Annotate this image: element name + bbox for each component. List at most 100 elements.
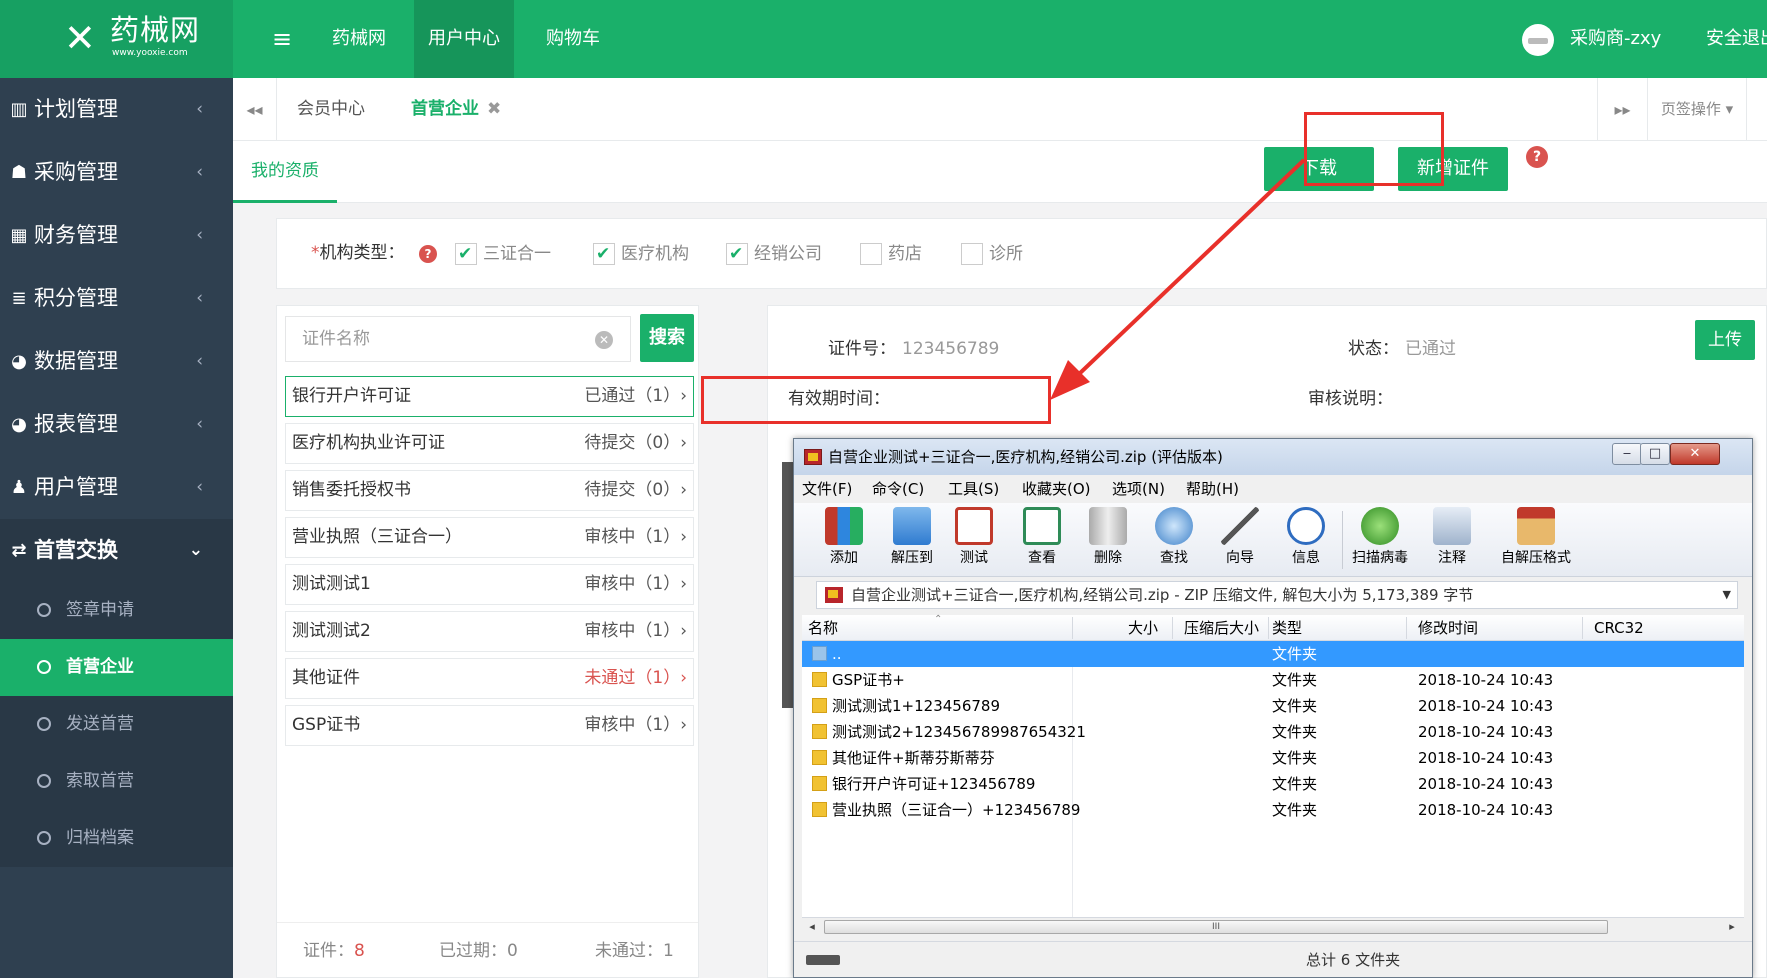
- tab-my-qualifications[interactable]: 我的资质: [233, 141, 337, 203]
- tab-first-enterprise[interactable]: 首营企业 ✖: [393, 78, 519, 141]
- logout-link[interactable]: 安全退出: [1706, 0, 1767, 78]
- row-time: 2018-10-24 10:43: [1418, 671, 1554, 689]
- archive-title-bar[interactable]: 自营企业测试+三证合一,医疗机构,经销公司.zip (评估版本) ‒ □ ✕: [794, 439, 1752, 475]
- sidebar-item-finance[interactable]: ▦ 财务管理 ‹: [0, 204, 233, 267]
- table-row[interactable]: .. 文件夹: [802, 641, 1744, 667]
- scroll-right-icon[interactable]: ▸: [1724, 920, 1740, 934]
- toolbar-comment[interactable]: 注释: [1422, 507, 1482, 567]
- clear-icon[interactable]: ✕: [595, 331, 613, 349]
- pie-chart-icon: ◕: [11, 414, 27, 435]
- upload-button[interactable]: 上传: [1695, 320, 1755, 360]
- info-icon: [1287, 507, 1325, 545]
- brand-logo[interactable]: ✕ 药械网 www.yooxie.com: [0, 0, 233, 78]
- table-row[interactable]: 测试测试1+123456789 文件夹 2018-10-24 10:43: [802, 693, 1744, 719]
- column-name[interactable]: 名称: [808, 615, 838, 641]
- close-button[interactable]: ✕: [1670, 443, 1720, 465]
- archive-window[interactable]: 自营企业测试+三证合一,医疗机构,经销公司.zip (评估版本) ‒ □ ✕ 文…: [793, 438, 1753, 978]
- toolbar-info[interactable]: 信息: [1276, 507, 1336, 567]
- search-button[interactable]: 搜索: [640, 314, 694, 362]
- nav-cart[interactable]: 购物车: [532, 0, 614, 78]
- menu-favorites[interactable]: 收藏夹(O): [1020, 475, 1093, 503]
- horizontal-scrollbar[interactable]: ◂ III ▸: [802, 917, 1744, 935]
- toolbar-virus-scan[interactable]: 扫描病毒: [1350, 507, 1410, 567]
- dropdown-arrow-icon[interactable]: ▼: [1723, 582, 1731, 608]
- sidebar-item-purchase[interactable]: ☗ 采购管理 ‹: [0, 141, 233, 204]
- menu-options[interactable]: 选项(N): [1110, 475, 1167, 503]
- checkbox-distributor[interactable]: 经销公司: [726, 243, 822, 265]
- checkbox-label: 经销公司: [754, 244, 822, 264]
- sidebar-item-data[interactable]: ◕ 数据管理 ‹: [0, 330, 233, 393]
- sidebar-item-plan[interactable]: ▥ 计划管理 ‹: [0, 78, 233, 141]
- submenu-item-archive[interactable]: 归档档案: [0, 810, 233, 867]
- list-item[interactable]: 其他证件 未通过（1）›: [285, 658, 694, 699]
- list-item[interactable]: 银行开户许可证 已通过（1）›: [285, 376, 694, 417]
- menu-file[interactable]: 文件(F): [800, 475, 854, 503]
- annotation-box-title: [701, 376, 1051, 424]
- toolbar-sfx[interactable]: 自解压格式: [1498, 507, 1574, 567]
- hamburger-icon[interactable]: ≡: [272, 24, 292, 54]
- list-item[interactable]: 医疗机构执业许可证 待提交（0）›: [285, 423, 694, 464]
- nav-home[interactable]: 药械网: [318, 0, 400, 78]
- checkbox-clinic[interactable]: 诊所: [961, 243, 1023, 265]
- summary-total-label: 证件：: [303, 941, 354, 961]
- scroll-left-icon[interactable]: ◂: [804, 920, 820, 934]
- table-row[interactable]: 营业执照（三证合一）+123456789 文件夹 2018-10-24 10:43: [802, 797, 1744, 823]
- list-item[interactable]: 销售委托授权书 待提交（0）›: [285, 470, 694, 511]
- sidebar-item-points[interactable]: ≣ 积分管理 ‹: [0, 267, 233, 330]
- toolbar-extract[interactable]: 解压到: [882, 507, 942, 567]
- column-packed[interactable]: 压缩后大小: [1184, 615, 1259, 641]
- maximize-button[interactable]: □: [1640, 443, 1670, 465]
- tabs-scroll-right-icon[interactable]: ▸▸: [1597, 78, 1647, 141]
- list-item[interactable]: GSP证书 审核中（1）›: [285, 705, 694, 746]
- exchange-icon: ⇄: [11, 540, 27, 561]
- column-type[interactable]: 类型: [1272, 615, 1302, 641]
- sidebar-item-users[interactable]: ♟ 用户管理 ‹: [0, 456, 233, 519]
- table-row[interactable]: 其他证件+斯蒂芬斯蒂芬 文件夹 2018-10-24 10:43: [802, 745, 1744, 771]
- toolbar-delete[interactable]: 删除: [1078, 507, 1138, 567]
- search-input[interactable]: 证件名称: [285, 316, 631, 362]
- column-modified[interactable]: 修改时间: [1418, 615, 1478, 641]
- minimize-button[interactable]: ‒: [1612, 443, 1642, 465]
- list-item[interactable]: 营业执照（三证合一） 审核中（1）›: [285, 517, 694, 558]
- nav-user-center[interactable]: 用户中心: [414, 0, 514, 78]
- toolbar-view[interactable]: 查看: [1012, 507, 1072, 567]
- column-size[interactable]: 大小: [1128, 615, 1158, 641]
- submenu-item-seal-apply[interactable]: 签章申请: [0, 582, 233, 639]
- sidebar-item-first-exchange[interactable]: ⇄ 首营交换 ⌄: [0, 519, 233, 582]
- menu-tools[interactable]: 工具(S): [946, 475, 1001, 503]
- user-name[interactable]: 采购商-zxy: [1570, 0, 1661, 78]
- checkbox-medical-institution[interactable]: 医疗机构: [593, 243, 689, 265]
- toolbar-test[interactable]: 测试: [944, 507, 1004, 567]
- table-row[interactable]: GSP证书+ 文件夹 2018-10-24 10:43: [802, 667, 1744, 693]
- list-item[interactable]: 测试测试1 审核中（1）›: [285, 564, 694, 605]
- cert-number: 证件号： 123456789: [828, 334, 999, 359]
- archive-address-bar[interactable]: 自营企业测试+三证合一,医疗机构,经销公司.zip - ZIP 压缩文件, 解包…: [816, 581, 1738, 609]
- summary-expired: 已过期：0: [439, 923, 518, 978]
- tabs-scroll-left-icon[interactable]: ◂◂: [233, 78, 277, 141]
- toolbar-find[interactable]: 查找: [1144, 507, 1204, 567]
- menu-command[interactable]: 命令(C): [870, 475, 926, 503]
- table-row[interactable]: 银行开户许可证+123456789 文件夹 2018-10-24 10:43: [802, 771, 1744, 797]
- checkbox-pharmacy[interactable]: 药店: [860, 243, 922, 265]
- toolbar-wizard[interactable]: 向导: [1210, 507, 1270, 567]
- question-icon[interactable]: ?: [419, 245, 437, 263]
- menu-help[interactable]: 帮助(H): [1184, 475, 1241, 503]
- submenu-item-request-first[interactable]: 索取首营: [0, 753, 233, 810]
- toolbar-add[interactable]: 添加: [814, 507, 874, 567]
- sidebar-item-reports[interactable]: ◕ 报表管理 ‹: [0, 393, 233, 456]
- column-crc[interactable]: CRC32: [1594, 615, 1644, 641]
- tab-operations-dropdown[interactable]: 页签操作 ▾: [1647, 78, 1747, 141]
- avatar[interactable]: [1522, 24, 1554, 56]
- list-item[interactable]: 测试测试2 审核中（1）›: [285, 611, 694, 652]
- tab-member-center[interactable]: 会员中心: [279, 78, 383, 141]
- chevron-left-icon: ‹: [196, 351, 203, 371]
- user-icon: ♟: [10, 477, 28, 498]
- submenu-item-first-enterprise[interactable]: 首营企业: [0, 639, 233, 696]
- checkbox-three-in-one[interactable]: 三证合一: [455, 243, 551, 265]
- submenu-item-label: 首营企业: [66, 657, 134, 677]
- close-icon[interactable]: ✖: [487, 99, 501, 119]
- help-icon[interactable]: ?: [1526, 146, 1548, 168]
- table-row[interactable]: 测试测试2+123456789987654321 文件夹 2018-10-24 10…: [802, 719, 1744, 745]
- submenu-item-send-first[interactable]: 发送首营: [0, 696, 233, 753]
- scroll-thumb[interactable]: III: [824, 920, 1608, 934]
